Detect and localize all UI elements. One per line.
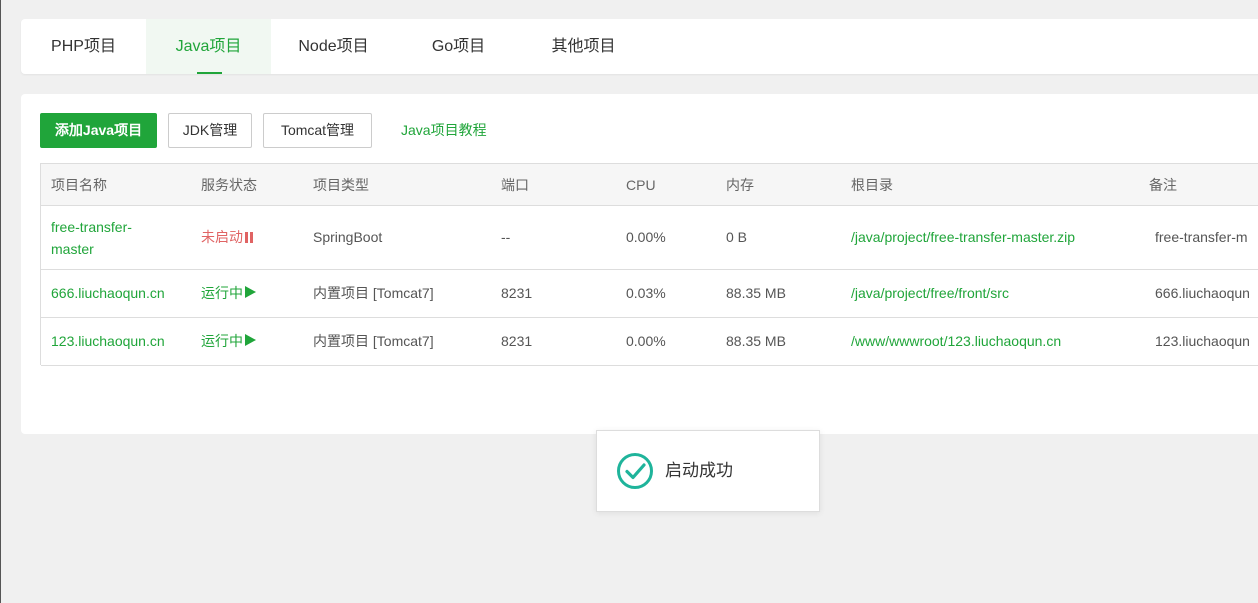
- header-cpu: CPU: [626, 177, 656, 193]
- play-icon: [245, 286, 256, 298]
- tab-node-label: Node项目: [298, 38, 369, 55]
- jdk-manage-button[interactable]: JDK管理: [168, 113, 252, 148]
- root-dir-link[interactable]: /java/project/free-transfer-master.zip: [851, 206, 1075, 269]
- project-list-panel: 添加Java项目 JDK管理 Tomcat管理 Java项目教程 项目名称 服务…: [21, 94, 1258, 434]
- header-port: 端口: [501, 177, 529, 193]
- memory-usage: 88.35 MB: [726, 333, 786, 349]
- tab-go[interactable]: Go项目: [396, 19, 521, 74]
- status-label: 运行中: [201, 333, 243, 349]
- table-row: free-transfer- master 未启动 SpringBoot -- …: [41, 206, 1258, 270]
- port: 8231: [501, 285, 533, 301]
- tomcat-manage-button[interactable]: Tomcat管理: [263, 113, 372, 148]
- header-note: 备注: [1149, 177, 1177, 193]
- port: --: [501, 229, 511, 245]
- cpu-usage: 0.00%: [626, 333, 666, 349]
- project-table: 项目名称 服务状态 项目类型 端口 CPU 内存 根目录 备注 free-tra…: [40, 163, 1258, 366]
- tab-other[interactable]: 其他项目: [521, 19, 646, 74]
- header-project-type: 项目类型: [313, 177, 369, 193]
- tab-node[interactable]: Node项目: [271, 19, 396, 74]
- status-label: 运行中: [201, 285, 243, 301]
- table-header: 项目名称 服务状态 项目类型 端口 CPU 内存 根目录 备注: [41, 163, 1258, 206]
- check-circle-icon: [617, 453, 653, 489]
- toast-message: 启动成功: [665, 461, 733, 480]
- project-name-link[interactable]: 666.liuchaoqun.cn: [51, 270, 165, 317]
- pause-icon: [245, 232, 253, 243]
- tab-java[interactable]: Java项目: [146, 19, 271, 74]
- success-toast: 启动成功: [596, 430, 820, 512]
- table-row: 666.liuchaoqun.cn 运行中 内置项目 [Tomcat7] 823…: [41, 270, 1258, 318]
- add-java-project-button[interactable]: 添加Java项目: [40, 113, 157, 148]
- tab-php-label: PHP项目: [51, 38, 116, 55]
- header-memory: 内存: [726, 177, 754, 193]
- project-type: 内置项目 [Tomcat7]: [313, 333, 434, 349]
- project-name-link[interactable]: 123.liuchaoqun.cn: [51, 318, 165, 365]
- note-field[interactable]: free-transfer-m: [1155, 206, 1248, 269]
- project-name-line1: free-transfer-: [51, 219, 132, 235]
- table-row: 123.liuchaoqun.cn 运行中 内置项目 [Tomcat7] 823…: [41, 318, 1258, 366]
- memory-usage: 0 B: [726, 229, 748, 245]
- header-project-name[interactable]: 项目名称: [51, 164, 107, 206]
- project-type: SpringBoot: [313, 229, 383, 245]
- project-type: 内置项目 [Tomcat7]: [313, 285, 434, 301]
- cpu-usage: 0.03%: [626, 285, 666, 301]
- note-field[interactable]: 123.liuchaoqun: [1155, 318, 1250, 365]
- status-running[interactable]: 运行中: [201, 318, 256, 365]
- header-service-status[interactable]: 服务状态: [201, 164, 257, 206]
- cpu-usage: 0.00%: [626, 229, 666, 245]
- note-field[interactable]: 666.liuchaoqun: [1155, 270, 1250, 317]
- tab-other-label: 其他项目: [551, 38, 616, 55]
- port: 8231: [501, 333, 533, 349]
- status-running[interactable]: 运行中: [201, 270, 256, 317]
- tab-java-label: Java项目: [175, 38, 242, 55]
- tab-go-label: Go项目: [431, 38, 486, 55]
- status-stopped[interactable]: 未启动: [201, 206, 253, 269]
- active-tab-indicator: [196, 72, 222, 74]
- tab-php[interactable]: PHP项目: [21, 19, 146, 74]
- project-name-line2: master: [51, 241, 94, 257]
- memory-usage: 88.35 MB: [726, 285, 786, 301]
- root-dir-link[interactable]: /java/project/free/front/src: [851, 270, 1009, 317]
- java-tutorial-link[interactable]: Java项目教程: [401, 113, 487, 148]
- project-type-tabs: PHP项目 Java项目 Node项目 Go项目 其他项目: [21, 19, 1258, 74]
- play-icon: [245, 334, 256, 346]
- project-name-link[interactable]: free-transfer- master: [51, 216, 132, 260]
- root-dir-link[interactable]: /www/wwwroot/123.liuchaoqun.cn: [851, 318, 1061, 365]
- status-label: 未启动: [201, 229, 243, 245]
- header-root-dir: 根目录: [851, 177, 893, 193]
